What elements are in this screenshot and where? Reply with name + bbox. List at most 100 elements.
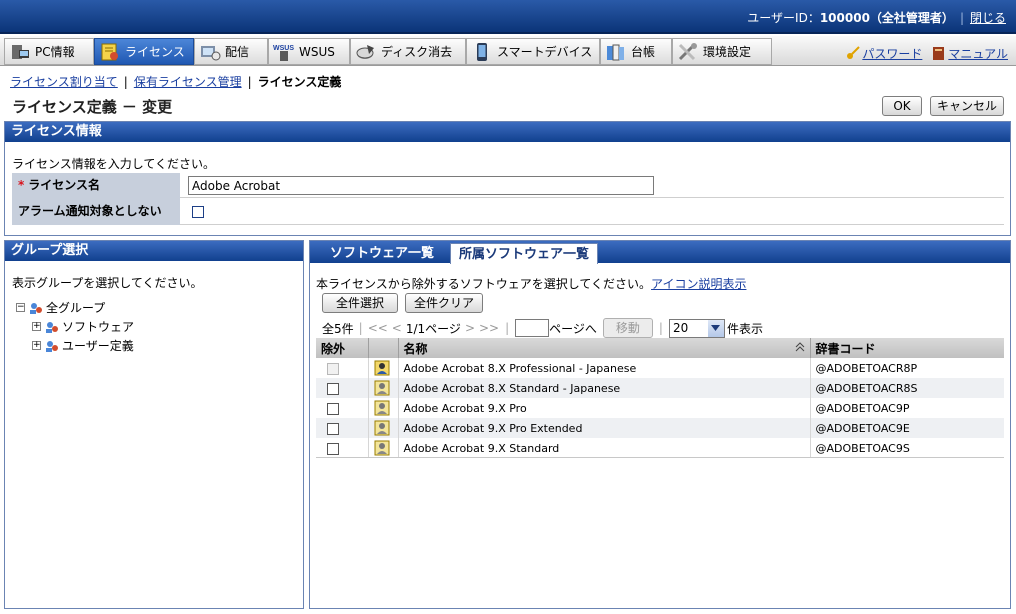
tree-node-software[interactable]: + ソフトウェア bbox=[16, 317, 134, 336]
alarm-checkbox[interactable] bbox=[192, 206, 204, 218]
software-code: @ADOBETOAC9E bbox=[810, 418, 1004, 438]
table-row: Adobe Acrobat 9.X Standard @ADOBETOAC9S bbox=[316, 438, 1004, 458]
tab-label: スマートデバイス bbox=[497, 45, 593, 59]
column-exclude: 除外 bbox=[316, 338, 369, 358]
chevron-down-icon[interactable] bbox=[707, 319, 724, 337]
manual-icon bbox=[932, 46, 946, 60]
exclude-checkbox[interactable] bbox=[327, 382, 339, 395]
software-icon bbox=[374, 400, 390, 416]
top-header: ユーザーID：100000（全社管理者） | 閉じる bbox=[0, 0, 1016, 34]
software-table: 除外 名称 辞書コード Adobe Acrobat 8.X Profession… bbox=[316, 338, 1004, 458]
group-select-help: 表示グループを選択してください。 bbox=[12, 276, 203, 290]
software-icon bbox=[374, 380, 390, 396]
tree-node-all-groups[interactable]: − 全グループ bbox=[16, 298, 134, 317]
license-name-label: ライセンス名 bbox=[28, 178, 101, 192]
tree-node-label: ソフトウェア bbox=[62, 320, 135, 334]
ledger-icon bbox=[605, 42, 627, 62]
software-help: 本ライセンスから除外するソフトウェアを選択してください。アイコン説明表示 bbox=[316, 275, 746, 292]
delivery-icon bbox=[199, 42, 221, 62]
software-code: @ADOBETOAC9S bbox=[815, 441, 910, 455]
page-info: 1/1ページ bbox=[405, 321, 461, 336]
tab-smart-device[interactable]: スマートデバイス bbox=[466, 38, 600, 65]
page-title: ライセンス定義 － 変更 bbox=[12, 98, 173, 116]
breadcrumb: ライセンス割り当て | 保有ライセンス管理 | ライセンス定義 bbox=[10, 75, 342, 89]
icon-help-link[interactable]: アイコン説明表示 bbox=[651, 277, 746, 291]
expand-icon[interactable]: + bbox=[32, 322, 41, 331]
group-select-panel: グループ選択 bbox=[4, 240, 304, 609]
group-icon bbox=[45, 339, 59, 353]
password-link[interactable]: パスワード bbox=[862, 47, 922, 61]
manual-link[interactable]: マニュアル bbox=[948, 47, 1008, 61]
tree-node-user-defined[interactable]: + ユーザー定義 bbox=[16, 336, 134, 355]
first-page-button[interactable]: << bbox=[368, 321, 388, 335]
breadcrumb-owned-license[interactable]: 保有ライセンス管理 bbox=[134, 75, 242, 89]
breadcrumb-current: ライセンス定義 bbox=[257, 75, 342, 89]
software-name: Adobe Acrobat 9.X Pro bbox=[398, 398, 811, 418]
tab-label: ディスク消去 bbox=[381, 45, 453, 59]
table-bottom-rule bbox=[316, 457, 1004, 458]
tab-label: PC情報 bbox=[35, 45, 75, 59]
group-tree: − 全グループ + ソフトウェア + ユーザー定義 bbox=[16, 298, 134, 355]
group-icon bbox=[45, 320, 59, 334]
tree-node-label: 全グループ bbox=[46, 301, 106, 315]
group-icon bbox=[29, 301, 43, 315]
cancel-button[interactable]: キャンセル bbox=[930, 96, 1004, 116]
per-page-value: 20 bbox=[672, 321, 689, 335]
software-name: Adobe Acrobat 9.X Pro Extended bbox=[398, 418, 811, 438]
exclude-checkbox[interactable] bbox=[327, 402, 339, 415]
per-page-select[interactable]: 20 bbox=[668, 318, 725, 338]
last-page-button[interactable]: >> bbox=[479, 321, 499, 335]
smart-device-icon bbox=[471, 42, 493, 62]
tab-disk-erase[interactable]: ディスク消去 bbox=[350, 38, 466, 65]
software-icon bbox=[374, 440, 390, 456]
table-header-row: 除外 名称 辞書コード bbox=[316, 338, 1004, 358]
clear-all-button[interactable]: 全件クリア bbox=[405, 293, 483, 313]
tab-ledger[interactable]: 台帳 bbox=[600, 38, 672, 65]
license-name-input[interactable] bbox=[188, 176, 654, 195]
svg-text:WSUS: WSUS bbox=[273, 45, 294, 52]
main-menu: PC情報 ライセンス 配信 WSUS WSUS ディスク消去 スマートデバイス … bbox=[0, 36, 1016, 66]
table-row: Adobe Acrobat 8.X Standard - Japanese @A… bbox=[316, 378, 1004, 398]
tab-label: 環境設定 bbox=[703, 45, 752, 59]
tab-label: 台帳 bbox=[631, 45, 656, 59]
select-all-button[interactable]: 全件選択 bbox=[322, 293, 398, 313]
exclude-checkbox[interactable] bbox=[327, 362, 339, 375]
exclude-checkbox[interactable] bbox=[327, 422, 339, 435]
tab-label: WSUS bbox=[299, 44, 335, 59]
tab-software-list[interactable]: ソフトウェア一覧 bbox=[322, 243, 442, 264]
software-user-icon bbox=[374, 360, 390, 376]
column-name[interactable]: 名称 bbox=[398, 338, 811, 358]
alarm-label: アラーム通知対象としない bbox=[12, 198, 180, 225]
software-code: @ADOBETOACR8S bbox=[810, 378, 1004, 398]
page-number-input[interactable] bbox=[515, 319, 550, 337]
tab-owned-software[interactable]: 所属ソフトウェア一覧 bbox=[450, 243, 599, 264]
tab-label: 配信 bbox=[225, 45, 250, 59]
goto-page-label: ページへ bbox=[549, 321, 597, 336]
column-name-label: 名称 bbox=[403, 341, 428, 356]
software-name: Adobe Acrobat 8.X Standard - Japanese bbox=[398, 378, 811, 398]
required-mark: * bbox=[18, 178, 25, 192]
sort-icon[interactable] bbox=[795, 341, 805, 356]
breadcrumb-license-assign[interactable]: ライセンス割り当て bbox=[10, 75, 118, 89]
license-info-heading: ライセンス情報 bbox=[5, 122, 1010, 142]
table-row: Adobe Acrobat 9.X Pro @ADOBETOAC9P bbox=[316, 398, 1004, 418]
tab-settings[interactable]: 環境設定 bbox=[672, 38, 772, 65]
collapse-icon[interactable]: − bbox=[16, 303, 25, 312]
pc-icon bbox=[9, 42, 31, 62]
expand-icon[interactable]: + bbox=[32, 341, 41, 350]
close-link[interactable]: 閉じる bbox=[970, 11, 1006, 25]
software-code: @ADOBETOAC9P bbox=[815, 401, 910, 415]
tab-wsus[interactable]: WSUS WSUS bbox=[268, 38, 350, 65]
exclude-checkbox[interactable] bbox=[327, 442, 339, 455]
user-info: ユーザーID：100000（全社管理者） | 閉じる bbox=[747, 11, 1006, 25]
license-info-help: ライセンス情報を入力してください。 bbox=[12, 157, 216, 171]
ok-button[interactable]: OK bbox=[882, 96, 922, 116]
tab-pc-info[interactable]: PC情報 bbox=[4, 38, 94, 65]
tab-license[interactable]: ライセンス bbox=[94, 38, 194, 65]
move-button[interactable]: 移動 bbox=[602, 318, 653, 338]
prev-page-button[interactable]: < bbox=[392, 321, 402, 335]
next-page-button[interactable]: > bbox=[465, 321, 475, 335]
pager: 全5件 | << < 1/1ページ > >> | ページへ 移動 | 20 件表… bbox=[322, 318, 763, 338]
tab-delivery[interactable]: 配信 bbox=[194, 38, 268, 65]
group-select-heading: グループ選択 bbox=[5, 241, 303, 261]
